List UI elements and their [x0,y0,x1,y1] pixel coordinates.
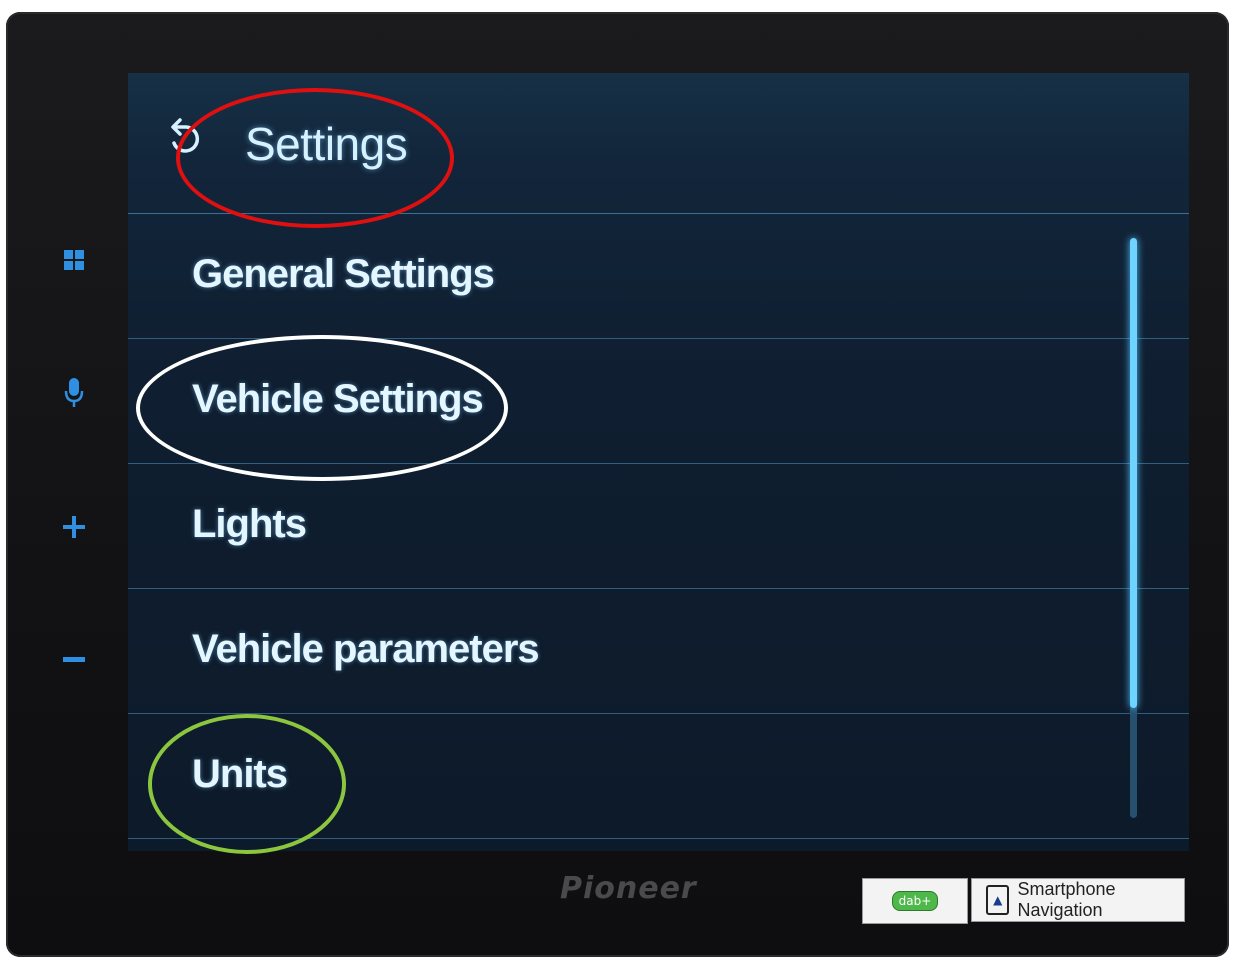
scrollbar-thumb[interactable] [1130,238,1137,708]
menu-item-label: Vehicle parameters [192,627,540,671]
volume-up-icon[interactable] [54,507,94,547]
annotation-ellipse-settings [176,88,454,228]
volume-down-icon[interactable] [54,640,94,680]
menu-item-label: General Settings [192,252,495,296]
smartphone-navigation-badge: ▲ Smartphone Navigation [971,878,1185,922]
brand-logo: Pioneer [560,871,697,906]
scrollbar-track[interactable] [1130,238,1137,818]
menu-item-label: Lights [192,502,307,546]
home-grid-icon[interactable] [54,240,94,280]
navigation-arrow-icon: ▲ [986,885,1010,915]
menu-item-lights[interactable]: Lights [128,464,1189,589]
menu-item-general-settings[interactable]: General Settings [128,214,1189,339]
annotation-ellipse-vehicle-settings [136,335,508,481]
menu-item-vehicle-parameters[interactable]: Vehicle parameters [128,589,1189,714]
hardware-button-strip [40,60,120,840]
microphone-icon[interactable] [54,373,94,413]
nav-badge-label: Smartphone Navigation [1017,879,1116,920]
dab-badge: dab+ [862,878,968,924]
dab-logo: dab+ [891,891,939,911]
annotation-ellipse-units [148,714,346,854]
